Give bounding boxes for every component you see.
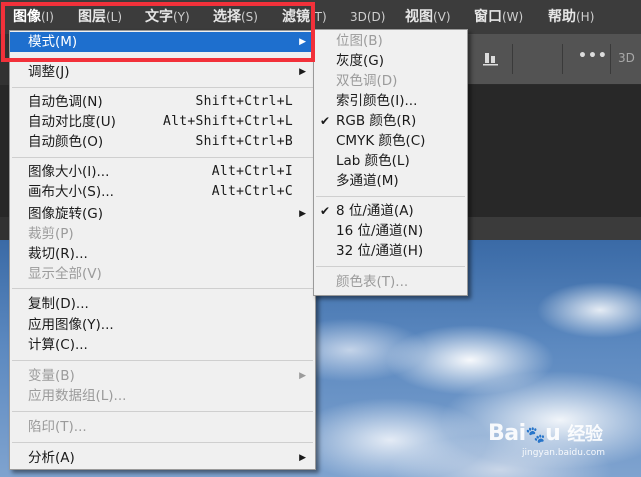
submenu-item-16-bit[interactable]: 16 位/通道(N) [314, 221, 467, 241]
options-separator [610, 44, 611, 74]
menu-layer[interactable]: 图层(L) [78, 7, 122, 27]
menu-separator [12, 360, 313, 361]
submenu-arrow-icon: ▶ [299, 209, 306, 219]
shortcut-label: Shift+Ctrl+L [195, 94, 293, 109]
options-separator [512, 44, 513, 74]
menu-item-crop: 裁剪(P) [28, 226, 74, 242]
shortcut-label: Alt+Ctrl+C [211, 184, 293, 199]
submenu-item-32-bit[interactable]: 32 位/通道(H) [314, 241, 467, 261]
menu-3d[interactable]: 3D(D) [350, 7, 385, 27]
align-bottom-icon[interactable] [482, 50, 500, 70]
watermark-logo: Bai🐾u 经验 [488, 421, 603, 446]
3d-mode-icon[interactable]: 3D [618, 51, 635, 65]
menu-separator [12, 442, 313, 443]
menu-help[interactable]: 帮助(H) [548, 7, 594, 27]
submenu-arrow-icon: ▶ [299, 37, 306, 47]
submenu-arrow-icon: ▶ [299, 453, 306, 463]
submenu-item-grayscale[interactable]: 灰度(G) [314, 51, 467, 71]
menu-item-canvas-size[interactable]: 画布大小(S)... Alt+Ctrl+C [10, 182, 315, 202]
submenu-item-lab-color[interactable]: Lab 颜色(L) [314, 151, 467, 171]
submenu-item-rgb-color[interactable]: ✔ RGB 颜色(R) [314, 111, 467, 131]
menu-select[interactable]: 选择(S) [213, 7, 258, 27]
menu-item-apply-image[interactable]: 应用图像(Y)... [10, 315, 315, 335]
menu-separator [12, 288, 313, 289]
options-bar: ••• 3D [466, 34, 641, 85]
watermark-url: jingyan.baidu.com [522, 448, 606, 458]
shortcut-label: Alt+Shift+Ctrl+L [162, 114, 293, 129]
menu-item-mode[interactable]: 模式(M) ▶ [10, 32, 315, 52]
menu-item-auto-tone[interactable]: 自动色调(N) Shift+Ctrl+L [10, 92, 315, 112]
menu-item-calculations[interactable]: 计算(C)... [10, 335, 315, 355]
submenu-item-color-table: 颜色表(T)... [336, 274, 409, 290]
submenu-item-bitmap: 位图(B) [336, 33, 383, 49]
baidu-jingyan-watermark: Bai🐾u 经验 jingyan.baidu.com [488, 420, 605, 458]
menu-item-variables: 变量(B) ▶ [28, 368, 306, 384]
menu-window[interactable]: 窗口(W) [474, 7, 523, 27]
menu-item-duplicate[interactable]: 复制(D)... [10, 294, 315, 314]
check-icon: ✔ [320, 114, 331, 128]
menu-separator [12, 157, 313, 158]
menu-item-auto-contrast[interactable]: 自动对比度(U) Alt+Shift+Ctrl+L [10, 112, 315, 132]
shortcut-label: Alt+Ctrl+I [211, 164, 293, 179]
menu-item-adjustments[interactable]: 调整(J) ▶ [10, 62, 315, 82]
menu-view[interactable]: 视图(V) [405, 7, 451, 27]
menu-item-trap: 陷印(T)... [28, 419, 87, 435]
shortcut-label: Shift+Ctrl+B [195, 134, 293, 149]
check-icon: ✔ [320, 204, 331, 218]
menu-separator [12, 411, 313, 412]
menu-image[interactable]: 图像(I) [13, 7, 54, 27]
menu-filter[interactable]: 滤镜(T) [282, 7, 327, 27]
submenu-item-indexed-color[interactable]: 索引颜色(I)... [314, 91, 467, 111]
menu-separator [12, 87, 313, 88]
menu-separator [316, 196, 465, 197]
menu-item-image-size[interactable]: 图像大小(I)... Alt+Ctrl+I [10, 162, 315, 182]
mode-submenu: 位图(B) 灰度(G) 双色调(D) 索引颜色(I)... ✔ RGB 颜色(R)… [313, 29, 468, 296]
more-icon[interactable]: ••• [578, 48, 608, 64]
submenu-item-duotone: 双色调(D) [336, 73, 398, 89]
menu-item-analysis[interactable]: 分析(A) ▶ [10, 448, 315, 468]
menu-type[interactable]: 文字(Y) [145, 7, 190, 27]
options-separator [562, 44, 563, 74]
submenu-item-8-bit[interactable]: ✔ 8 位/通道(A) [314, 201, 467, 221]
submenu-item-cmyk-color[interactable]: CMYK 颜色(C) [314, 131, 467, 151]
paw-icon: 🐾 [525, 425, 546, 444]
menu-item-reveal-all: 显示全部(V) [28, 266, 102, 282]
menu-item-trim[interactable]: 裁切(R)... [10, 244, 315, 264]
submenu-arrow-icon: ▶ [299, 67, 306, 77]
image-menu-dropdown: 模式(M) ▶ 调整(J) ▶ 自动色调(N) Shift+Ctrl+L 自动对比度(… [9, 30, 316, 470]
menu-separator [316, 266, 465, 267]
submenu-item-multichannel[interactable]: 多通道(M) [314, 171, 467, 191]
submenu-arrow-icon: ▶ [299, 371, 306, 381]
menu-item-auto-color[interactable]: 自动颜色(O) Shift+Ctrl+B [10, 132, 315, 152]
menu-item-image-rotation[interactable]: 图像旋转(G) ▶ [10, 204, 315, 224]
menu-item-apply-data-set: 应用数据组(L)... [28, 388, 127, 404]
